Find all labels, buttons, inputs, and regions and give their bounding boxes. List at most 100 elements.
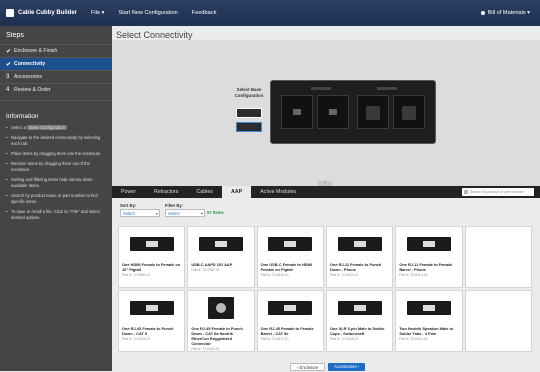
search-input[interactable]: Search by product or part number [462, 188, 534, 196]
step-status-icon: ✔ [6, 48, 12, 55]
product-card [464, 290, 532, 352]
tab-retractors[interactable]: Retractors [145, 186, 187, 198]
info-item: Place items by dragging them into the en… [6, 151, 106, 157]
bom-icon [480, 11, 485, 15]
chevron-down-icon: ▾ [200, 211, 203, 216]
menu-start-new[interactable]: Start New Configuration [118, 10, 177, 16]
product-card[interactable]: One RJ-11 Female to Punch Down - Phone Pa… [326, 226, 394, 288]
product-name: One RJ-45 Female to Punch Down - CAT 6a … [191, 326, 243, 346]
bill-of-materials-button[interactable]: Bill of Materials ▾ [480, 10, 530, 16]
outlet-icon [402, 106, 416, 120]
search-icon [464, 190, 468, 194]
product-image [337, 301, 382, 315]
product-image-frame [261, 230, 320, 258]
product-part-number: Part #: 72-0419-01 [399, 337, 428, 341]
product-image [129, 237, 174, 251]
tab-power[interactable]: Power [112, 186, 145, 198]
outlet-icon [366, 106, 380, 120]
menu-file[interactable]: File ▾ [91, 10, 104, 16]
enclosure-strip [311, 87, 331, 90]
enclosure-slot[interactable] [317, 95, 349, 129]
product-card[interactable]: One RJ-45 Female to Punch Down - CAT 6a … [187, 290, 255, 352]
info-item: Search by product name or part number to… [6, 193, 106, 205]
product-card [464, 226, 532, 288]
filter-bar: Sort By: Select ▾ Filter By: Select ▾ 57 I… [112, 198, 540, 226]
product-part-number: Part #: 72-0413-01 [399, 273, 428, 277]
product-grid: One HDMI Female to Female on 10" Pigtail… [118, 226, 532, 360]
product-card[interactable]: One RJ-45 Female to Punch Down - CAT 5 Pa… [118, 290, 186, 352]
menu-feedback[interactable]: Feedback [192, 10, 217, 16]
product-part-number: Part #: 72-0412-01 [330, 273, 359, 277]
information-heading: Information [0, 100, 112, 125]
product-image [406, 237, 451, 251]
step-status-icon: 3 [6, 74, 10, 80]
page-title: Select Connectivity [116, 30, 193, 40]
enclosure-slot[interactable] [281, 95, 313, 129]
product-card[interactable]: One RJ-45 Female to Female Barrel - CAT … [256, 290, 324, 352]
app-logo-icon [6, 9, 14, 17]
tab-aap[interactable]: AAP [221, 186, 252, 198]
step-item[interactable]: 4 Review & Order [0, 83, 112, 96]
product-card[interactable]: Two Neutrik Speakon Male to Solder Tabs … [395, 290, 463, 352]
filter-select[interactable]: Select ▾ [165, 209, 205, 217]
info-text: Search by product name or part number to… [11, 193, 98, 204]
product-card[interactable]: One HDMI Female to Female on 10" Pigtail… [118, 226, 186, 288]
product-name: Two Neutrik Speakon Male to Solder Tabs … [399, 326, 454, 336]
bom-label: Bill of Materials ▾ [487, 10, 530, 16]
product-part-number: Part #: 72-0352-01 [122, 273, 151, 277]
product-card[interactable]: One RJ-11 Female to Female Barrel - Phon… [395, 226, 463, 288]
product-image-frame [399, 230, 458, 258]
tab-active-modules[interactable]: Active Modules [251, 186, 305, 198]
product-name: One USB-C Female to HDMI Female on Pigta… [260, 262, 312, 272]
enclosure-preview[interactable] [270, 80, 436, 144]
category-tabs: Power Retractors Cables AAP Active Modules S… [112, 186, 540, 198]
product-image-frame [122, 230, 181, 258]
product-image-frame [122, 294, 181, 322]
product-image-frame [191, 294, 250, 322]
main-header: Select Connectivity [112, 26, 540, 40]
sidebar: Steps ✔ Enclosure & Finish ✔ Connectivity 3 A… [0, 26, 112, 371]
info-text: Place items by dragging them into the en… [11, 151, 102, 156]
step-item[interactable]: ✔ Connectivity [0, 57, 112, 70]
product-card[interactable]: One USB-C Female to HDMI Female on Pigta… [256, 226, 324, 288]
base-config-option-1[interactable] [236, 108, 262, 118]
steps-heading: Steps [6, 32, 24, 39]
step-label: Accessories [14, 74, 42, 80]
product-name: One RJ-11 Female to Punch Down - Phone [330, 262, 382, 272]
filter-value: Select [168, 211, 180, 216]
port-icon [329, 109, 337, 115]
info-text: Navigate to the desired connectivity by … [11, 135, 101, 146]
tab-cables[interactable]: Cables [187, 186, 222, 198]
info-item: To save or recall a file, Click on "File… [6, 209, 106, 221]
previous-step-button[interactable]: ‹ Enclosure [290, 363, 326, 371]
product-image [129, 301, 174, 315]
base-config-option-2[interactable] [236, 122, 262, 132]
product-card[interactable]: One XLR 3-pin Male to Solder Cups - Swit… [326, 290, 394, 352]
info-text: To save or recall a file, Click on "File… [11, 209, 100, 220]
product-image-frame [261, 294, 320, 322]
configuration-stage: Select Base Configuration ⌃ [112, 40, 540, 187]
step-item[interactable]: ✔ Enclosure & Finish [0, 44, 112, 57]
product-name: One RJ-11 Female to Female Barrel - Phon… [399, 262, 453, 272]
step-item[interactable]: 3 Accessories [0, 70, 112, 83]
info-item: Sorting and filtering items help narrow … [6, 177, 106, 189]
enclosure-slot[interactable] [357, 95, 389, 129]
product-card[interactable]: USB-C AAPD 101 AAP Part #: 72-0351-01 [187, 226, 255, 288]
next-step-button[interactable]: Accessories › [328, 363, 366, 371]
chevron-down-icon: ▾ [155, 211, 158, 216]
sort-value: Select [123, 211, 135, 216]
enclosure-slot[interactable] [393, 95, 425, 129]
enclosure-strip [377, 87, 397, 90]
product-part-number: Part #: 72-0415-01 [122, 337, 151, 341]
step-label: Connectivity [14, 61, 46, 67]
product-image-frame [330, 294, 389, 322]
product-image [268, 237, 313, 251]
product-part-number: Part #: 72-0418-01 [330, 337, 359, 341]
port-icon [293, 109, 301, 115]
info-text: Select a [11, 125, 28, 130]
product-image-frame [399, 294, 458, 322]
product-name: USB-C AAPD 101 AAP [191, 262, 233, 267]
sort-select[interactable]: Select ▾ [120, 209, 160, 217]
product-name: One HDMI Female to Female on 10" Pigtail [122, 262, 181, 272]
product-image [207, 297, 234, 319]
